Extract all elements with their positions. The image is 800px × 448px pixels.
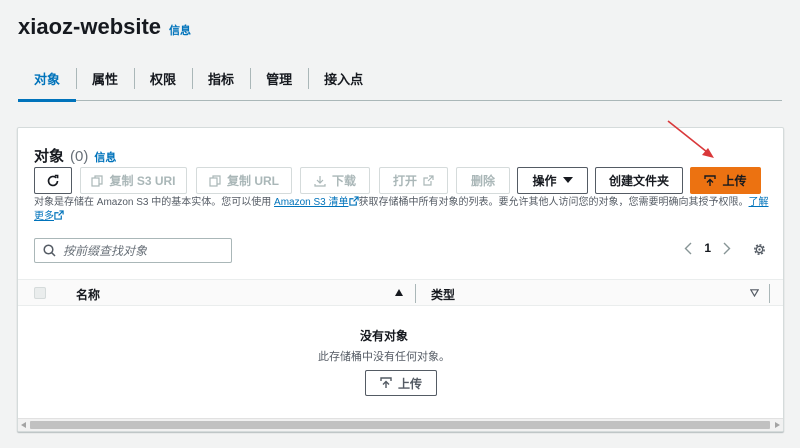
object-count: (0) [70,148,89,165]
tab-objects[interactable]: 对象 [18,57,77,102]
upload-icon [704,174,717,186]
delete-button[interactable]: 删除 [456,167,510,194]
horizontal-scrollbar[interactable] [18,418,783,431]
select-all-checkbox[interactable] [34,287,46,299]
external-link-icon [348,196,359,206]
download-label: 下载 [331,174,356,188]
create-folder-button[interactable]: 创建文件夹 [595,167,683,194]
scroll-left-arrow-icon[interactable] [21,422,26,428]
table-header: 名称 类型 [18,279,783,306]
actions-label: 操作 [532,174,557,188]
page-number[interactable]: 1 [704,241,711,255]
empty-state-title: 没有对象 [359,329,408,343]
search-box[interactable] [34,238,232,263]
column-type-header[interactable]: 类型 [431,286,455,303]
upload-button[interactable]: 上传 [690,167,761,194]
refresh-icon [47,174,59,186]
tab-management[interactable]: 管理 [250,57,308,100]
refresh-button[interactable] [34,167,72,194]
pagination: 1 [684,241,731,255]
bucket-tabs: 对象 属性 权限 指标 管理 接入点 [18,57,782,102]
open-button[interactable]: 打开 [379,167,448,194]
open-label: 打开 [392,174,417,188]
external-link-icon [423,175,434,186]
delete-label: 删除 [470,174,495,188]
description-text-2: 获取存储桶中所有对象的列表。要允许其他人访问您的对象，您需要明确向其授予权限。 [358,197,749,208]
chevron-right-icon[interactable] [723,242,731,255]
upload-icon [380,377,392,388]
copy-s3-uri-button[interactable]: 复制 S3 URI [80,167,187,194]
copy-icon [209,174,221,187]
copy-url-button[interactable]: 复制 URL [196,167,292,194]
description-text: 对象是存储在 Amazon S3 中的基本实体。您可以使用 [34,197,272,208]
header-info-link[interactable]: 信息 [169,22,191,38]
download-button[interactable]: 下载 [300,167,370,194]
tab-permissions[interactable]: 权限 [134,57,192,100]
panel-info-link[interactable]: 信息 [94,149,116,165]
copy-url-label: 复制 URL [227,174,279,188]
search-input[interactable] [63,243,223,258]
column-divider[interactable] [769,284,770,303]
external-link-icon [54,210,64,220]
page-title: xiaoz-website [18,14,162,39]
download-icon [314,175,326,187]
inventory-link[interactable]: Amazon S3 清单 [274,197,348,208]
tab-metrics[interactable]: 指标 [192,57,250,100]
panel-title: 对象 [34,148,65,165]
caret-down-icon [562,177,573,183]
gear-icon[interactable] [752,242,767,257]
panel-description: 对象是存储在 Amazon S3 中的基本实体。您可以使用 Amazon S3 … [34,196,771,224]
upload-label: 上传 [722,174,747,188]
chevron-left-icon[interactable] [684,242,692,255]
tab-properties[interactable]: 属性 [76,57,134,100]
page-header: xiaoz-website 信息 [18,14,191,40]
sort-descending-icon[interactable] [750,289,759,297]
column-name-header[interactable]: 名称 [76,286,100,303]
tab-access-points[interactable]: 接入点 [308,57,379,100]
actions-dropdown[interactable]: 操作 [517,167,588,194]
scroll-right-arrow-icon[interactable] [775,422,780,428]
copy-icon [91,174,104,187]
empty-upload-label: 上传 [397,376,422,391]
sort-ascending-icon[interactable] [395,289,403,296]
search-icon [43,244,56,257]
empty-state-message: 此存储桶中没有任何对象。 [318,351,450,363]
column-divider[interactable] [415,284,416,303]
copy-s3-uri-label: 复制 S3 URI [109,174,176,188]
scrollbar-thumb[interactable] [30,421,770,429]
create-folder-label: 创建文件夹 [608,174,669,188]
empty-upload-button[interactable]: 上传 [365,370,437,396]
panel-header: 对象 (0) 信息 [34,145,116,166]
objects-panel: 对象 (0) 信息 复制 S3 URI 复制 URL 下载 打开 删除 操作 创… [17,127,784,432]
